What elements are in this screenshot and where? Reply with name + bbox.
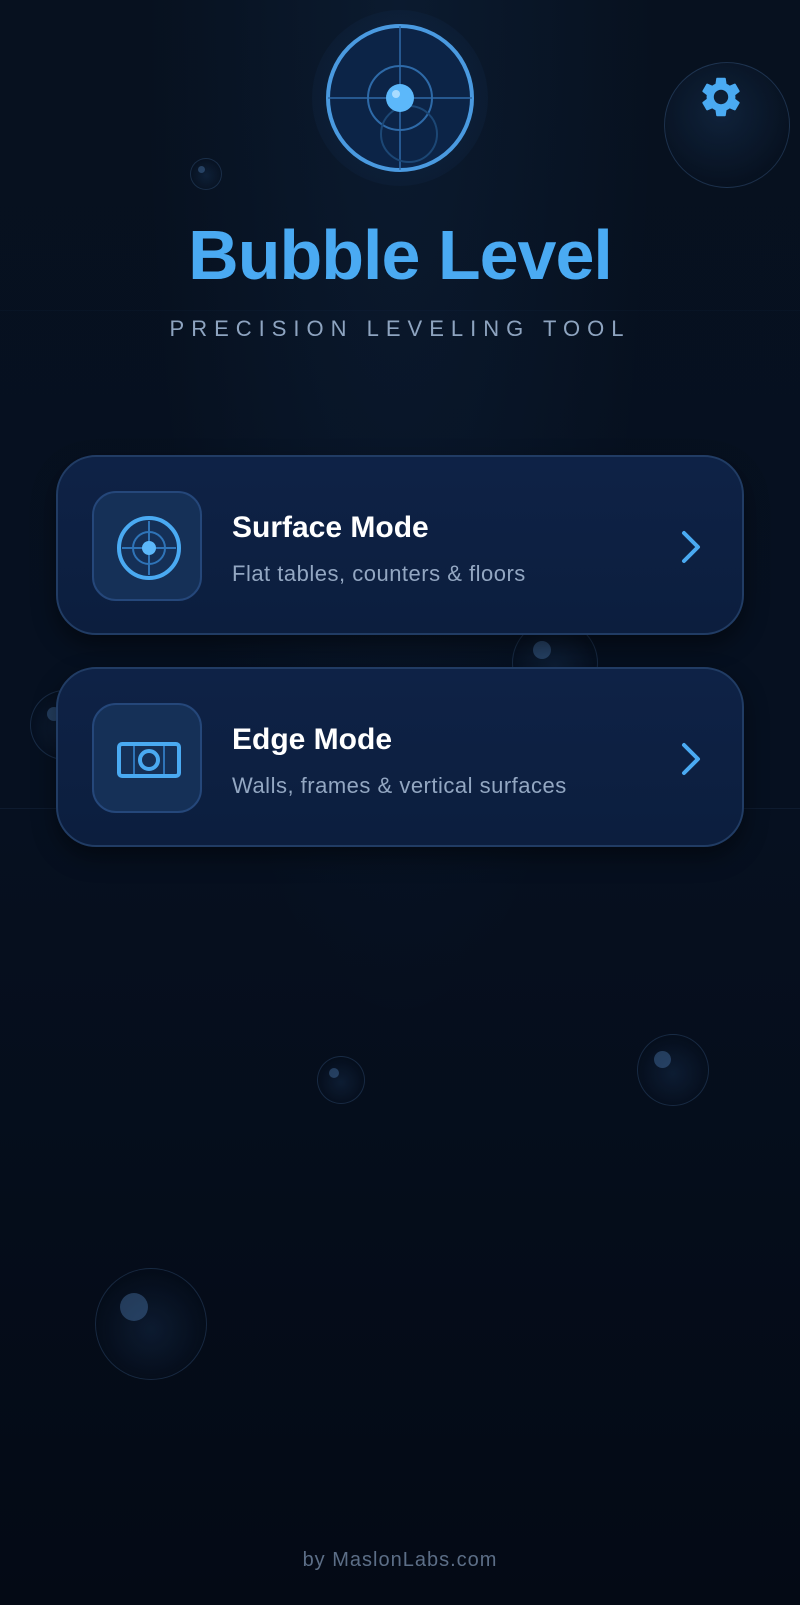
bubble-level-logo-icon — [312, 10, 488, 186]
edge-mode-icon-box — [92, 703, 202, 813]
decorative-bubble — [317, 1056, 365, 1104]
surface-mode-description: Flat tables, counters & floors — [232, 561, 526, 586]
app-title: Bubble Level — [188, 216, 613, 294]
background-line — [0, 310, 800, 311]
edge-vial-icon — [117, 742, 181, 778]
gear-icon — [702, 77, 740, 117]
footer-credit-link[interactable]: by MaslonLabs.com — [0, 1549, 800, 1572]
app-screen: Bubble Level PRECISION LEVELING TOOL Sur… — [0, 0, 800, 1605]
decorative-bubble — [95, 1268, 207, 1380]
edge-mode-title: Edge Mode — [232, 723, 393, 756]
decorative-bubble — [637, 1034, 709, 1106]
app-subtitle: PRECISION LEVELING TOOL — [169, 316, 631, 341]
edge-mode-button[interactable]: Edge Mode Walls, frames & vertical surfa… — [56, 667, 744, 847]
decorative-bubble — [190, 158, 222, 190]
chevron-right-icon — [682, 743, 700, 775]
settings-button[interactable] — [664, 62, 790, 188]
surface-mode-icon-box — [92, 491, 202, 601]
edge-mode-description: Walls, frames & vertical surfaces — [232, 773, 567, 798]
surface-target-icon — [117, 516, 181, 580]
surface-mode-title: Surface Mode — [232, 511, 429, 544]
chevron-right-icon — [682, 531, 700, 563]
surface-mode-button[interactable]: Surface Mode Flat tables, counters & flo… — [56, 455, 744, 635]
